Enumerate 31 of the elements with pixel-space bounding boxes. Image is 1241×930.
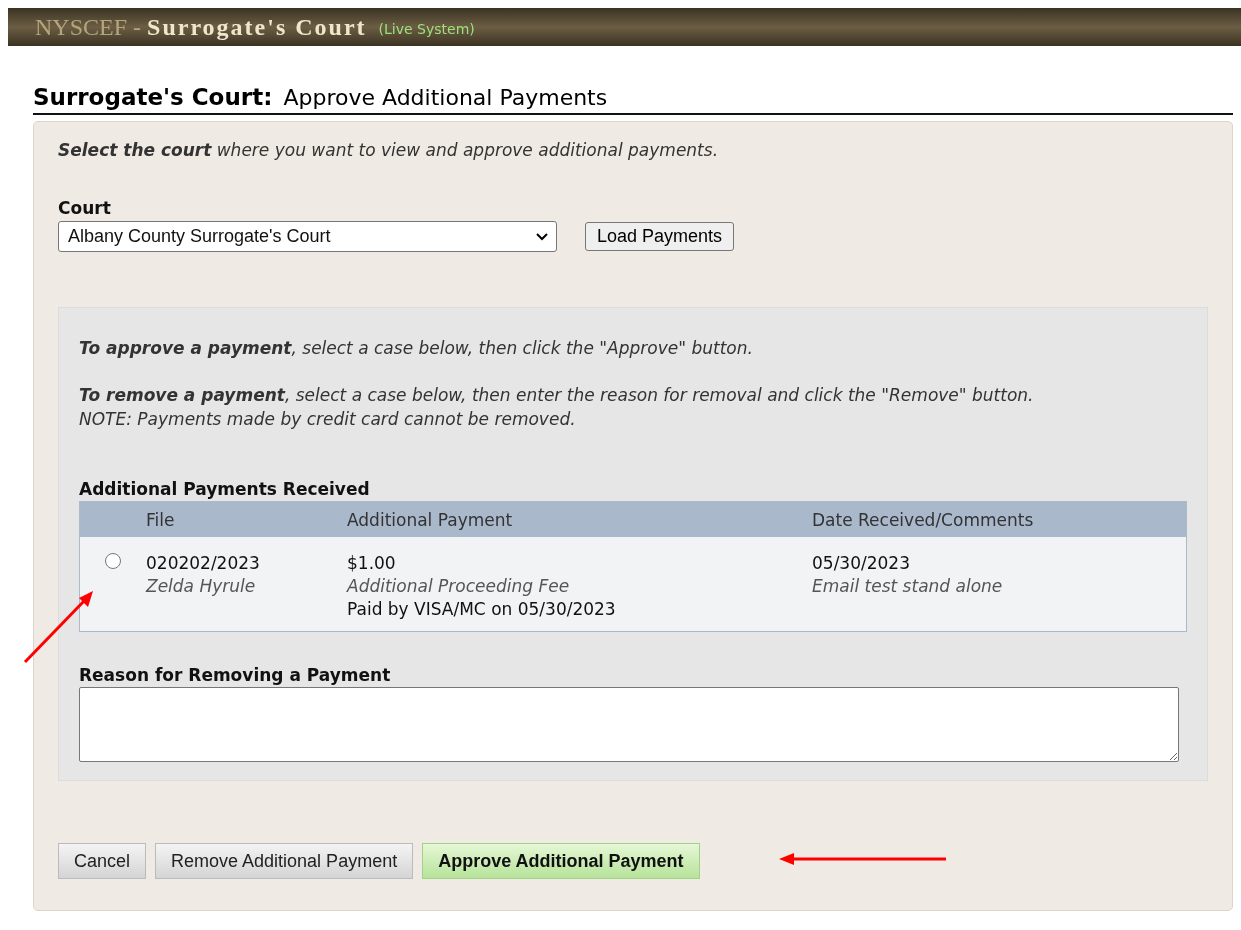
- reason-field[interactable]: [79, 687, 1179, 762]
- page-title: Surrogate's Court:: [33, 84, 273, 110]
- intro-text: Select the court where you want to view and approve additional payments.: [58, 140, 720, 160]
- separator: -: [133, 13, 142, 41]
- payment-method: Paid by VISA/MC on 05/30/2023: [347, 598, 617, 621]
- court-label: Court: [58, 198, 112, 218]
- fee-type: Additional Proceeding Fee: [347, 575, 571, 598]
- system-status: (Live System): [378, 21, 475, 37]
- action-button[interactable]: Cancel: [58, 843, 147, 879]
- page-subtitle: Approve Additional Payments: [283, 85, 608, 110]
- column-header: Date Received/Comments: [812, 509, 1035, 530]
- instruction-text: NOTE: Payments made by credit card cannot be removed.: [79, 408, 577, 431]
- table-title: Additional Payments Received: [79, 479, 371, 499]
- column-header: Additional Payment: [347, 509, 514, 530]
- load-payments-button[interactable]: Load Payments: [585, 222, 735, 251]
- comment-text: Email test stand alone: [812, 575, 1004, 598]
- chevron-down-icon: [536, 232, 548, 241]
- reason-label: Reason for Removing a Payment: [79, 665, 392, 685]
- court-dropdown[interactable]: Albany County Surrogate's Court: [58, 221, 557, 252]
- date-received: 05/30/2023: [812, 552, 911, 575]
- file-number: 020202/2023: [146, 552, 261, 575]
- action-button[interactable]: Remove Additional Payment: [155, 843, 414, 879]
- payment-amount: $1.00: [347, 552, 397, 575]
- instruction-text: To approve a payment, select a case below, then click the "Approve" button.: [79, 337, 754, 360]
- system-name: NYSCEF: [35, 13, 128, 41]
- party-name: Zelda Hyrule: [146, 575, 257, 598]
- column-header: File: [146, 509, 176, 530]
- court-name: Surrogate's Court: [147, 13, 367, 41]
- radio-button[interactable]: [105, 553, 121, 569]
- instruction-text: To remove a payment, select a case below, then enter the reason for removal and click the "Remove" button.: [79, 384, 1035, 407]
- approve-button[interactable]: Approve Additional Payment: [422, 843, 700, 879]
